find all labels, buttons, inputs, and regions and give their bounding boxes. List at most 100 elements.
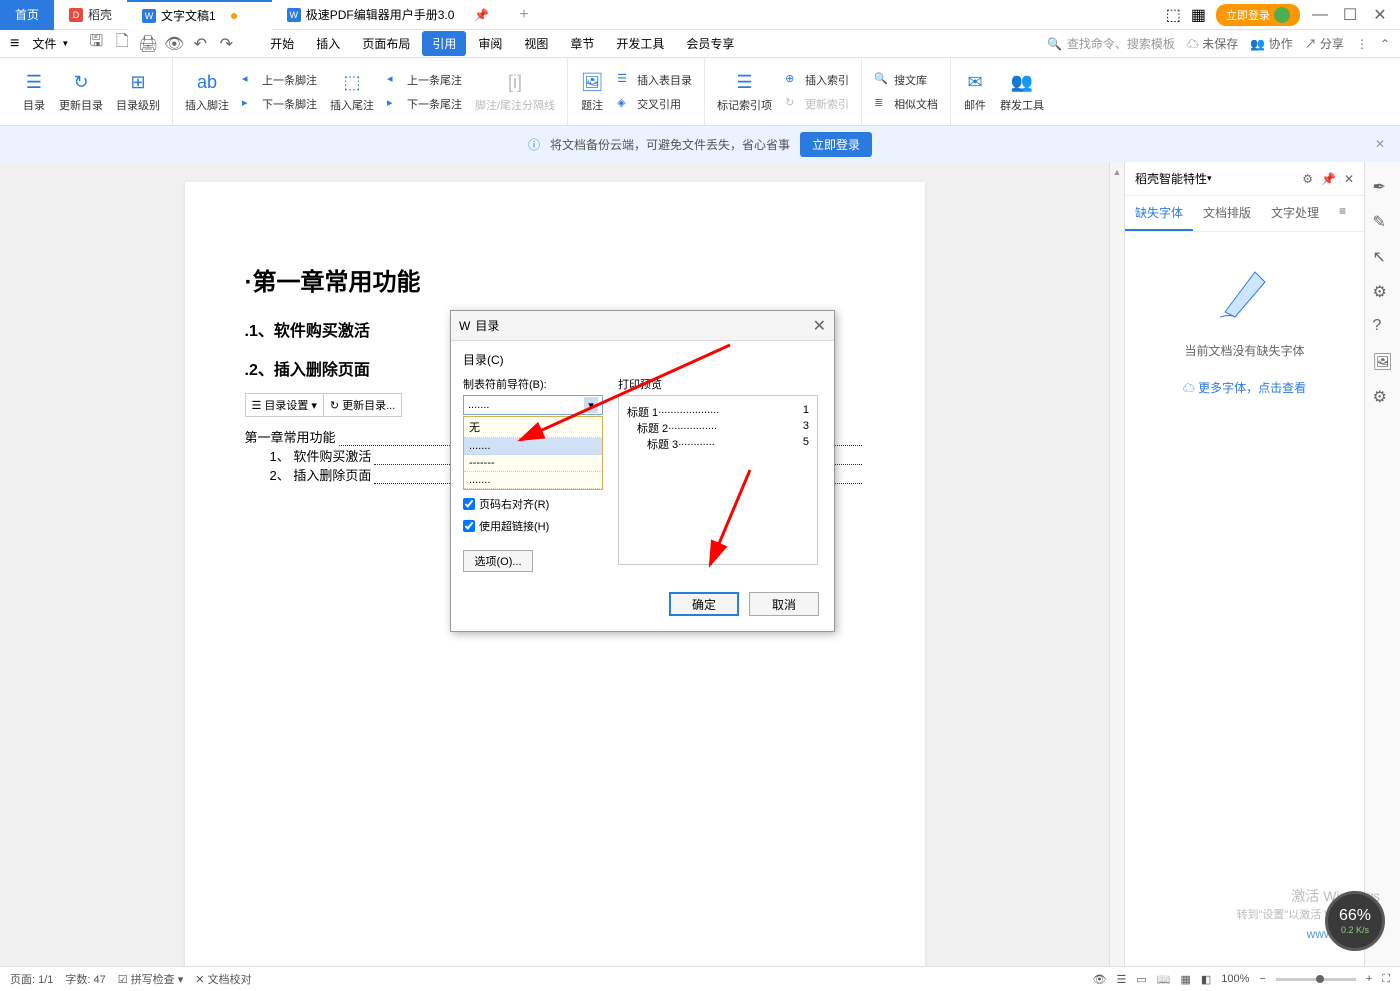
tab-view[interactable]: 视图: [514, 31, 558, 56]
update-toc-button[interactable]: ↻ 更新目录...: [324, 394, 401, 416]
tab-dev-tools[interactable]: 开发工具: [606, 31, 674, 56]
tab-home[interactable]: 首页: [0, 0, 54, 30]
share-button[interactable]: ↗ 分享: [1305, 35, 1344, 52]
tab-docke[interactable]: D 稻壳: [54, 0, 127, 30]
hyperlink-checkbox[interactable]: [463, 520, 475, 532]
similar-doc-button[interactable]: ≣相似文档: [870, 94, 942, 114]
print-button[interactable]: 🖨: [139, 35, 157, 53]
group-tool-button[interactable]: 👥群发工具: [996, 67, 1048, 117]
leader-select[interactable]: ....... ▾: [463, 395, 603, 415]
zoom-in-button[interactable]: +: [1366, 973, 1372, 985]
leader-option[interactable]: -------: [464, 455, 602, 472]
grid-icon[interactable]: ▦: [1191, 5, 1206, 25]
view-outline-icon[interactable]: ◧: [1201, 973, 1211, 986]
insert-footnote-button[interactable]: ab插入脚注: [181, 67, 233, 117]
more-icon[interactable]: ⋮: [1356, 37, 1368, 51]
insert-fig-toc-button[interactable]: ☰插入表目录: [613, 70, 696, 90]
tab-start[interactable]: 开始: [260, 31, 304, 56]
update-toc-button[interactable]: ↻更新目录: [55, 67, 107, 117]
options-button[interactable]: 选项(O)...: [463, 550, 533, 572]
tool-image-icon[interactable]: 🖼: [1373, 352, 1393, 372]
ok-button[interactable]: 确定: [669, 592, 739, 616]
next-footnote-button[interactable]: ▸下一条脚注: [238, 94, 321, 114]
tab-insert[interactable]: 插入: [306, 31, 350, 56]
cross-ref-button[interactable]: ◈交叉引用: [613, 94, 696, 114]
speed-badge[interactable]: 66% 0.2 K/s: [1325, 891, 1385, 951]
toc-level-button[interactable]: ⊞目录级别: [112, 67, 164, 117]
settings-icon[interactable]: ⚙: [1302, 172, 1313, 186]
mark-index-button[interactable]: ☰标记索引项: [713, 67, 776, 117]
leader-option[interactable]: .......: [464, 438, 602, 455]
view-book-icon[interactable]: 📖: [1157, 973, 1171, 986]
panel-tab-fonts[interactable]: 缺失字体: [1125, 196, 1193, 231]
collab-button[interactable]: 👥 协作: [1250, 35, 1292, 52]
caption-button[interactable]: 🖼题注: [576, 67, 608, 117]
leader-option[interactable]: .......: [464, 472, 602, 489]
view-eye-icon[interactable]: 👁: [1093, 973, 1107, 986]
search-lib-button[interactable]: 🔍搜文库: [870, 70, 942, 90]
insert-endnote-button[interactable]: ⬚插入尾注: [326, 67, 378, 117]
layout-icon[interactable]: ⬚: [1166, 5, 1181, 25]
view-mode-icon[interactable]: ☰: [1116, 973, 1126, 986]
mail-button[interactable]: ✉邮件: [959, 67, 991, 117]
panel-close-icon[interactable]: ✕: [1344, 172, 1354, 186]
tab-page-layout[interactable]: 页面布局: [352, 31, 420, 56]
prev-footnote-button[interactable]: ◂上一条脚注: [238, 70, 321, 90]
banner-close-button[interactable]: ✕: [1375, 137, 1385, 151]
scrollbar-area[interactable]: ▲: [1109, 162, 1124, 966]
collapse-ribbon-icon[interactable]: ⌃: [1380, 37, 1390, 51]
tool-gear-icon[interactable]: ⚙: [1373, 387, 1393, 407]
tool-edit-icon[interactable]: ✎: [1373, 212, 1393, 232]
panel-tab-more[interactable]: ≡: [1329, 196, 1356, 231]
unsaved-status[interactable]: ☁ 未保存: [1187, 35, 1238, 52]
menu-icon[interactable]: ≡: [10, 35, 19, 53]
zoom-out-button[interactable]: −: [1259, 973, 1265, 985]
new-tab-button[interactable]: +: [504, 0, 543, 30]
redo-button[interactable]: ↷: [217, 35, 235, 53]
minimize-button[interactable]: —: [1310, 5, 1330, 25]
close-button[interactable]: ✕: [1370, 5, 1390, 25]
tab-pin-button[interactable]: 📌: [474, 8, 489, 22]
leader-option[interactable]: 无: [464, 417, 602, 438]
heading-1[interactable]: ·第一章常用功能: [245, 262, 865, 297]
new-button[interactable]: 🗋: [113, 35, 131, 53]
prev-endnote-button[interactable]: ◂上一条尾注: [383, 70, 466, 90]
proofing[interactable]: ✕ 文档校对: [195, 971, 251, 987]
word-count[interactable]: 字数: 47: [65, 971, 105, 987]
tool-settings-icon[interactable]: ⚙: [1373, 282, 1393, 302]
tab-review[interactable]: 审阅: [468, 31, 512, 56]
file-menu[interactable]: 文件▼: [24, 32, 77, 55]
banner-login-button[interactable]: 立即登录: [800, 132, 872, 157]
save-button[interactable]: 🖫: [87, 35, 105, 53]
toc-button[interactable]: ☰目录: [18, 67, 50, 117]
cancel-button[interactable]: 取消: [749, 592, 819, 616]
view-web-icon[interactable]: ▦: [1180, 973, 1190, 986]
tab-doc1[interactable]: W 文字文稿1: [127, 0, 272, 30]
spell-check[interactable]: ☑ 拼写检查 ▾: [118, 971, 184, 987]
maximize-button[interactable]: ☐: [1340, 5, 1360, 25]
tab-member[interactable]: 会员专享: [676, 31, 744, 56]
tab-doc2[interactable]: W 极速PDF编辑器用户手册3.0 📌: [272, 0, 505, 30]
tool-help-icon[interactable]: ?: [1373, 317, 1393, 337]
view-read-icon[interactable]: ▭: [1136, 973, 1146, 986]
right-align-checkbox[interactable]: [463, 498, 475, 510]
dialog-close-button[interactable]: ✕: [813, 316, 826, 336]
page-indicator[interactable]: 页面: 1/1: [10, 971, 53, 987]
zoom-level[interactable]: 100%: [1221, 973, 1249, 985]
fit-icon[interactable]: ⛶: [1382, 973, 1390, 986]
login-button[interactable]: 立即登录: [1216, 4, 1300, 26]
insert-index-button[interactable]: ⊕插入索引: [781, 70, 853, 90]
undo-button[interactable]: ↶: [191, 35, 209, 53]
panel-tab-text[interactable]: 文字处理: [1261, 196, 1329, 231]
more-fonts-link[interactable]: ☁ 更多字体，点击查看: [1183, 379, 1306, 396]
toc-settings-button[interactable]: ☰ 目录设置 ▾: [246, 394, 324, 416]
zoom-slider[interactable]: [1276, 978, 1356, 981]
tab-references[interactable]: 引用: [422, 31, 466, 56]
pin-icon[interactable]: 📌: [1321, 172, 1336, 186]
tool-cursor-icon[interactable]: ↖: [1373, 247, 1393, 267]
command-search[interactable]: 🔍 查找命令、搜索模板: [1047, 35, 1175, 52]
tab-section[interactable]: 章节: [560, 31, 604, 56]
next-endnote-button[interactable]: ▸下一条尾注: [383, 94, 466, 114]
tool-pen-icon[interactable]: ✒: [1373, 177, 1393, 197]
panel-tab-layout[interactable]: 文档排版: [1193, 196, 1261, 231]
